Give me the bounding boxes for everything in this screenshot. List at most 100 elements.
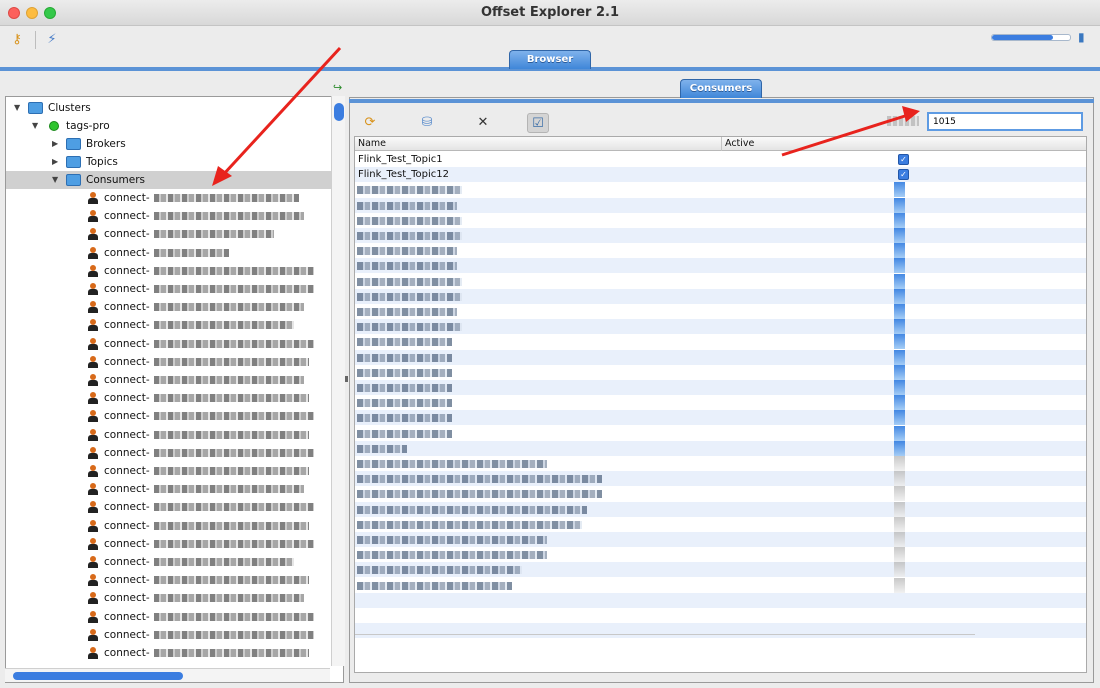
table-row[interactable]	[355, 380, 1086, 395]
table-row[interactable]	[355, 273, 1086, 289]
active-checkbox[interactable]	[894, 288, 905, 304]
table-row[interactable]	[355, 440, 1086, 456]
table-row[interactable]	[355, 319, 1086, 335]
tree-node-cluster[interactable]: ▼ tags-pro	[6, 117, 336, 135]
table-row[interactable]	[355, 228, 1086, 243]
active-checkbox[interactable]	[894, 501, 905, 517]
active-checkbox[interactable]	[894, 471, 905, 487]
table-row[interactable]	[355, 364, 1086, 380]
active-checkbox[interactable]	[894, 364, 905, 380]
active-checkbox[interactable]	[894, 197, 905, 213]
table-row[interactable]	[355, 288, 1086, 304]
delete-consumer-icon[interactable]: ✕	[472, 113, 494, 133]
garbage-collect-icon[interactable]: ▮	[1078, 30, 1092, 46]
tree-node-consumer-group[interactable]: connect-	[6, 298, 336, 316]
tree-node-consumer-group[interactable]: connect-	[6, 553, 336, 571]
tree-node-consumer-group[interactable]: connect-	[6, 626, 336, 644]
collapse-triangle-icon[interactable]: ▼	[52, 171, 58, 189]
active-checkbox[interactable]	[894, 425, 905, 441]
tree-node-consumer-group[interactable]: connect-	[6, 517, 336, 535]
tree-horizontal-scrollbar[interactable]	[5, 668, 330, 682]
tree-node-clusters[interactable]: ▼ Clusters	[6, 99, 336, 117]
table-row[interactable]	[355, 577, 1086, 593]
tree-node-consumer-group[interactable]: connect-	[6, 462, 336, 480]
table-row[interactable]	[355, 182, 1086, 198]
table-row[interactable]	[355, 547, 1086, 563]
active-checkbox[interactable]	[894, 304, 905, 319]
active-checkbox[interactable]	[894, 334, 905, 350]
tree-vertical-scrollbar[interactable]	[331, 96, 345, 666]
active-checkbox[interactable]	[894, 577, 905, 593]
table-row[interactable]	[355, 304, 1086, 319]
table-row[interactable]: Flink_Test_Topic12 ✓	[355, 167, 1086, 183]
active-checkbox[interactable]	[894, 349, 905, 365]
table-row[interactable]	[355, 623, 1086, 639]
active-checkbox[interactable]	[894, 182, 905, 198]
active-checkbox[interactable]	[894, 380, 905, 395]
column-header-active[interactable]: Active	[722, 137, 1086, 151]
tree-node-consumer-group[interactable]: connect-	[6, 225, 336, 243]
active-checkbox[interactable]	[894, 456, 905, 471]
split-pane-divider[interactable]	[345, 376, 348, 382]
tab-consumers[interactable]: Consumers	[680, 79, 762, 98]
tree-node-consumer-group[interactable]: connect-	[6, 371, 336, 389]
active-checkbox[interactable]	[894, 532, 905, 547]
active-checkbox[interactable]	[894, 486, 905, 502]
tree-node-consumer-group[interactable]: connect-	[6, 389, 336, 407]
column-header-name[interactable]: Name	[355, 137, 722, 151]
table-row[interactable]	[355, 608, 1086, 623]
table-row[interactable]	[355, 197, 1086, 213]
open-consumer-icon[interactable]: ⛁	[416, 113, 438, 133]
table-row[interactable]	[355, 258, 1086, 274]
table-row[interactable]	[355, 395, 1086, 411]
active-checkbox[interactable]	[894, 562, 905, 578]
tab-browser[interactable]: Browser	[509, 50, 591, 69]
tree-horizontal-scroll-thumb[interactable]	[13, 672, 183, 680]
table-row[interactable]	[355, 410, 1086, 426]
active-checkbox[interactable]	[894, 212, 905, 228]
active-checkbox[interactable]	[894, 547, 905, 563]
active-checkbox[interactable]	[894, 243, 905, 259]
tree-node-brokers[interactable]: ▶ Brokers	[6, 135, 336, 153]
table-row[interactable]	[355, 532, 1086, 547]
active-checkbox[interactable]: ✓	[898, 169, 909, 181]
table-row[interactable]	[355, 592, 1086, 608]
tree-node-consumer-group[interactable]: connect-	[6, 189, 336, 207]
tree-node-consumers[interactable]: ▼ Consumers	[6, 171, 336, 189]
tree-node-consumer-group[interactable]: connect-	[6, 207, 336, 225]
connect-icon[interactable]: ⚡	[43, 31, 61, 49]
active-checkbox[interactable]	[894, 410, 905, 426]
table-row[interactable]	[355, 349, 1086, 365]
consumer-filter-input[interactable]	[927, 112, 1083, 131]
active-checkbox[interactable]	[894, 273, 905, 289]
filter-active-toggle-icon[interactable]: ☑	[527, 113, 549, 133]
tree-node-consumer-group[interactable]: connect-	[6, 571, 336, 589]
refresh-icon[interactable]: ↪	[333, 81, 342, 94]
tree-node-consumer-group[interactable]: connect-	[6, 280, 336, 298]
tree-node-consumer-group[interactable]: connect-	[6, 498, 336, 516]
table-row[interactable]	[355, 212, 1086, 228]
tree-node-consumer-group[interactable]: connect-	[6, 535, 336, 553]
tree-node-consumer-group[interactable]: connect-	[6, 444, 336, 462]
tree-vertical-scroll-thumb[interactable]	[334, 103, 344, 121]
table-row[interactable]	[355, 456, 1086, 471]
tree-node-consumer-group[interactable]: connect-	[6, 589, 336, 607]
table-row[interactable]	[355, 501, 1086, 517]
tree-node-consumer-group[interactable]: connect-	[6, 644, 336, 662]
table-row[interactable]	[355, 471, 1086, 487]
active-checkbox[interactable]	[894, 440, 905, 456]
tree-node-consumer-group[interactable]: connect-	[6, 480, 336, 498]
add-connection-icon[interactable]: ⚷	[8, 31, 26, 49]
active-checkbox[interactable]	[894, 319, 905, 335]
table-row[interactable]	[355, 243, 1086, 259]
tree-node-consumer-group[interactable]: connect-	[6, 407, 336, 425]
collapse-triangle-icon[interactable]: ▼	[14, 99, 20, 117]
expand-triangle-icon[interactable]: ▶	[52, 135, 58, 153]
tree-node-consumer-group[interactable]: connect-	[6, 316, 336, 334]
active-checkbox[interactable]	[894, 258, 905, 274]
refresh-consumers-icon[interactable]: ⟳	[359, 113, 381, 133]
active-checkbox[interactable]	[894, 228, 905, 243]
tree-node-consumer-group[interactable]: connect-	[6, 335, 336, 353]
tree-node-consumer-group[interactable]: connect-	[6, 426, 336, 444]
tree-node-consumer-group[interactable]: connect-	[6, 353, 336, 371]
